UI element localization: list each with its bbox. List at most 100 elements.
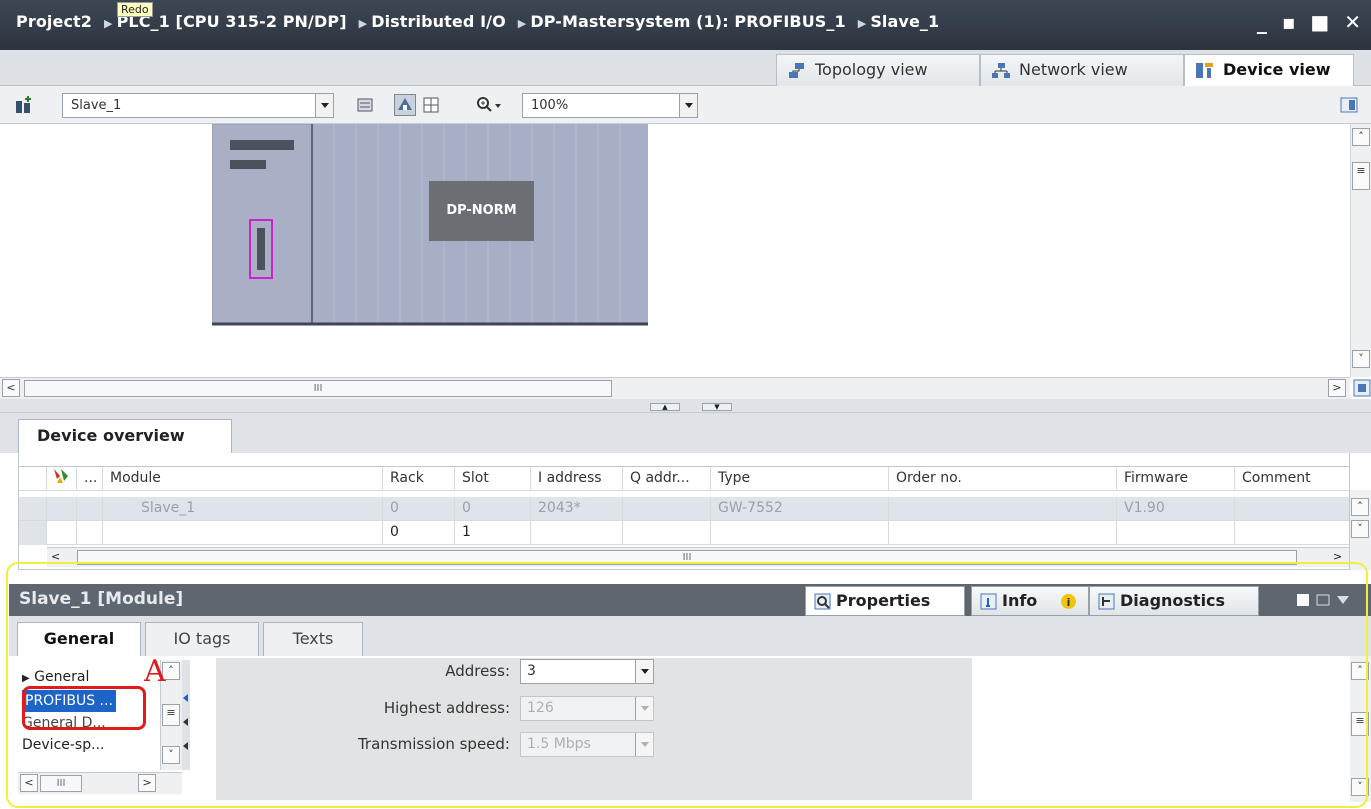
chevron-right-icon[interactable]: > (138, 774, 156, 792)
canvas-vertical-scrollbar[interactable]: ˄ ≡ ˅ (1350, 124, 1371, 377)
row-cell-q-address[interactable] (623, 521, 711, 545)
table-horizontal-scrollbar[interactable]: < III > (47, 547, 1349, 567)
scroll-thumb[interactable]: ≡ (1352, 162, 1370, 190)
breadcrumb-project[interactable]: Project2 (16, 12, 92, 31)
chevron-down-icon[interactable]: ˅ (1351, 520, 1369, 538)
device-canvas[interactable]: DP-NORM (0, 124, 1350, 377)
row-cell-firmware[interactable] (1117, 521, 1235, 545)
overview-navigation-icon[interactable] (1353, 379, 1371, 397)
header-cell[interactable]: Firmware (1117, 467, 1235, 491)
grid-toggle-icon[interactable] (420, 94, 442, 116)
chevron-right-icon[interactable]: > (1333, 550, 1342, 563)
breadcrumb-separator-icon: ▶ (104, 17, 113, 30)
table-row[interactable]: 0 1 (19, 521, 1349, 545)
inspector-vertical-scrollbar[interactable]: ˄ ≡ ˅ (1350, 656, 1371, 802)
nav-item-general-dp[interactable]: General D... (22, 712, 106, 734)
chevron-left-icon[interactable]: < (20, 774, 38, 792)
tab-info[interactable]: Info i (971, 586, 1089, 616)
chevron-up-icon[interactable]: ˄ (1351, 662, 1369, 680)
breadcrumb-separator-icon: ▶ (517, 17, 527, 30)
row-cell-module[interactable]: Slave_1 (103, 497, 383, 521)
row-cell-rack[interactable]: 0 (383, 497, 455, 521)
scroll-thumb[interactable]: III (40, 775, 82, 792)
module-dp-norm[interactable]: DP-NORM (429, 181, 534, 241)
header-cell[interactable]: Slot (455, 467, 531, 491)
chevron-right-icon[interactable]: > (1328, 379, 1346, 397)
row-cell (47, 521, 77, 545)
chevron-up-icon[interactable]: ˄ (1351, 498, 1369, 516)
chevron-up-icon[interactable]: ˄ (1352, 128, 1370, 146)
chevron-down-icon[interactable] (679, 94, 697, 117)
breadcrumb-mastersystem[interactable]: DP-Mastersystem (1): PROFIBUS_1 (530, 12, 845, 31)
row-cell-comment[interactable] (1235, 497, 1349, 521)
navigation-splitter[interactable] (182, 660, 190, 770)
collapse-down-icon[interactable]: ▼ (702, 403, 732, 411)
row-cell-rack[interactable]: 0 (383, 521, 455, 545)
row-cell-i-address[interactable] (531, 521, 623, 545)
zoom-icon[interactable] (474, 94, 502, 116)
row-cell (19, 497, 47, 521)
collapse-up-icon[interactable]: ▲ (650, 403, 680, 411)
tab-topology-view[interactable]: Topology view (776, 54, 980, 86)
breadcrumb-slave[interactable]: Slave_1 (870, 12, 939, 31)
header-cell[interactable]: Comment (1235, 467, 1349, 491)
row-cell-type[interactable] (711, 521, 889, 545)
chevron-down-icon[interactable] (315, 94, 333, 117)
row-cell-order-no[interactable] (889, 497, 1117, 521)
header-cell[interactable]: Type (711, 467, 889, 491)
window-controls[interactable]: _ ▪ ■ ✕ (1257, 10, 1365, 34)
device-add-icon[interactable] (14, 95, 36, 115)
show-module-labels-icon[interactable] (394, 94, 416, 116)
header-cell[interactable]: Module (103, 467, 383, 491)
zoom-select[interactable]: 100% (522, 93, 698, 118)
header-cell[interactable]: Q addr... (623, 467, 711, 491)
navigation-horizontal-scrollbar[interactable]: < III > (18, 772, 182, 794)
tab-device-view[interactable]: Device view (1184, 54, 1354, 86)
row-cell-order-no[interactable] (889, 521, 1117, 545)
header-cell[interactable]: ... (77, 467, 103, 491)
chevron-left-icon[interactable]: < (51, 550, 60, 563)
row-cell-firmware[interactable]: V1.90 (1117, 497, 1235, 521)
tab-general[interactable]: General (17, 622, 141, 656)
tab-device-overview[interactable]: Device overview (18, 419, 232, 453)
row-cell-slot[interactable]: 0 (455, 497, 531, 521)
chevron-left-icon[interactable]: < (2, 379, 20, 397)
chevron-down-icon[interactable]: ˅ (162, 746, 180, 764)
row-cell-module[interactable] (103, 521, 383, 545)
tab-diagnostics[interactable]: Diagnostics (1089, 586, 1259, 616)
nav-item-general[interactable]: ▶ General (22, 666, 89, 688)
device-select[interactable]: Slave_1 (62, 93, 334, 118)
scroll-thumb[interactable]: III (77, 550, 1297, 565)
row-cell-comment[interactable] (1235, 521, 1349, 545)
panel-toggle-icon[interactable] (1340, 96, 1358, 114)
diagnostic-status-icon[interactable] (47, 467, 77, 491)
chevron-down-icon[interactable]: ˅ (1351, 778, 1369, 796)
scroll-thumb[interactable]: III (24, 380, 612, 397)
nav-item-profibus[interactable]: PROFIBUS ... (22, 690, 116, 712)
row-cell (47, 497, 77, 521)
tab-texts[interactable]: Texts (263, 622, 363, 656)
nav-item-device-specific[interactable]: Device-sp... (22, 734, 104, 756)
header-cell[interactable]: Rack (383, 467, 455, 491)
row-cell-q-address[interactable] (623, 497, 711, 521)
breadcrumb-distributed-io[interactable]: Distributed I/O (371, 12, 506, 31)
chevron-down-icon[interactable]: ˅ (1352, 350, 1370, 368)
header-cell[interactable]: Order no. (889, 467, 1117, 491)
address-select[interactable]: 3 (520, 659, 654, 684)
tab-io-tags[interactable]: IO tags (145, 622, 259, 656)
chevron-down-icon[interactable] (635, 660, 653, 683)
table-vertical-scrollbar[interactable]: ˄ ˅ (1350, 490, 1371, 570)
scroll-thumb[interactable]: ≡ (1351, 712, 1369, 736)
splitter[interactable]: ▲ ▼ (0, 399, 1371, 413)
tab-network-view[interactable]: Network view (980, 54, 1184, 86)
panel-window-controls-icon[interactable] (1295, 592, 1357, 608)
network-overview-icon[interactable] (354, 94, 376, 116)
row-cell-type[interactable]: GW-7552 (711, 497, 889, 521)
row-cell-slot[interactable]: 1 (455, 521, 531, 545)
canvas-horizontal-scrollbar[interactable]: < III > (0, 377, 1350, 399)
row-cell-i-address[interactable]: 2043* (531, 497, 623, 521)
tab-properties[interactable]: Properties (805, 586, 965, 616)
header-cell[interactable]: I address (531, 467, 623, 491)
scroll-thumb[interactable]: ≡ (162, 704, 180, 726)
table-row[interactable]: Slave_1 0 0 2043* GW-7552 V1.90 (19, 497, 1349, 521)
